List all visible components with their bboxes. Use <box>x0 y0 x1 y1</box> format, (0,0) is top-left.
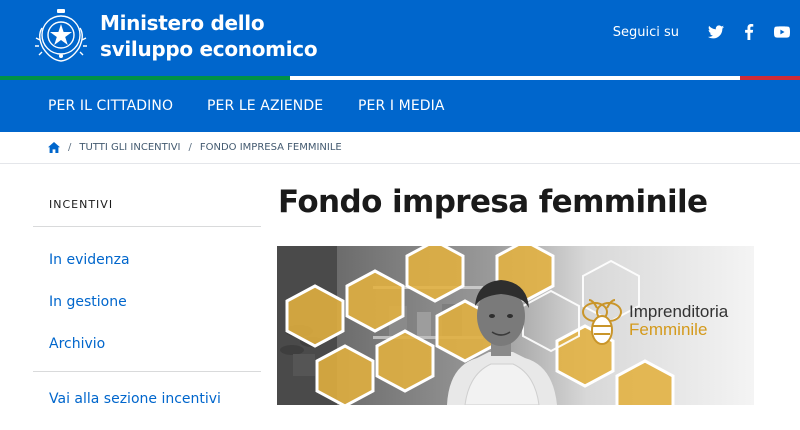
sidebar-item-in-evidenza[interactable]: In evidenza <box>49 252 130 268</box>
breadcrumb-separator: / <box>68 142 72 153</box>
emblem-logo[interactable] <box>33 6 89 64</box>
banner-logo-line2: Femminile <box>629 320 708 339</box>
sidebar-link-sezione-incentivi[interactable]: Vai alla sezione incentivi <box>49 391 221 407</box>
youtube-icon[interactable] <box>774 24 790 40</box>
hero-banner: Imprenditoria Femminile <box>277 246 754 405</box>
page-title: Fondo impresa femminile <box>278 184 708 220</box>
sidebar-divider <box>33 371 261 372</box>
nav-item-media[interactable]: PER I MEDIA <box>358 98 445 114</box>
nav-item-cittadino[interactable]: PER IL CITTADINO <box>48 98 173 114</box>
breadcrumb-separator: / <box>188 142 192 153</box>
sidebar-title: INCENTIVI <box>49 198 114 211</box>
sidebar-item-archivio[interactable]: Archivio <box>49 336 105 352</box>
facebook-icon[interactable] <box>741 24 757 40</box>
breadcrumb-incentivi[interactable]: TUTTI GLI INCENTIVI <box>79 142 180 153</box>
ministry-name-line1: Ministero dello <box>100 11 265 35</box>
main-navigation: PER IL CITTADINO PER LE AZIENDE PER I ME… <box>0 80 800 132</box>
breadcrumb-current: FONDO IMPRESA FEMMINILE <box>199 142 342 153</box>
banner-logo-line1: Imprenditoria <box>629 302 729 321</box>
sidebar-divider <box>33 226 261 227</box>
ministry-name-line2: sviluppo economico <box>100 37 318 61</box>
breadcrumb: / TUTTI GLI INCENTIVI / FONDO IMPRESA FE… <box>0 132 800 164</box>
social-links: Seguici su <box>613 24 790 40</box>
sidebar-item-in-gestione[interactable]: In gestione <box>49 294 127 310</box>
twitter-icon[interactable] <box>708 24 724 40</box>
home-icon[interactable] <box>48 142 60 153</box>
nav-item-aziende[interactable]: PER LE AZIENDE <box>207 98 323 114</box>
site-header: Ministero dello sviluppo economico Segui… <box>0 0 800 76</box>
ministry-name[interactable]: Ministero dello sviluppo economico <box>100 10 318 62</box>
follow-label: Seguici su <box>612 24 679 40</box>
